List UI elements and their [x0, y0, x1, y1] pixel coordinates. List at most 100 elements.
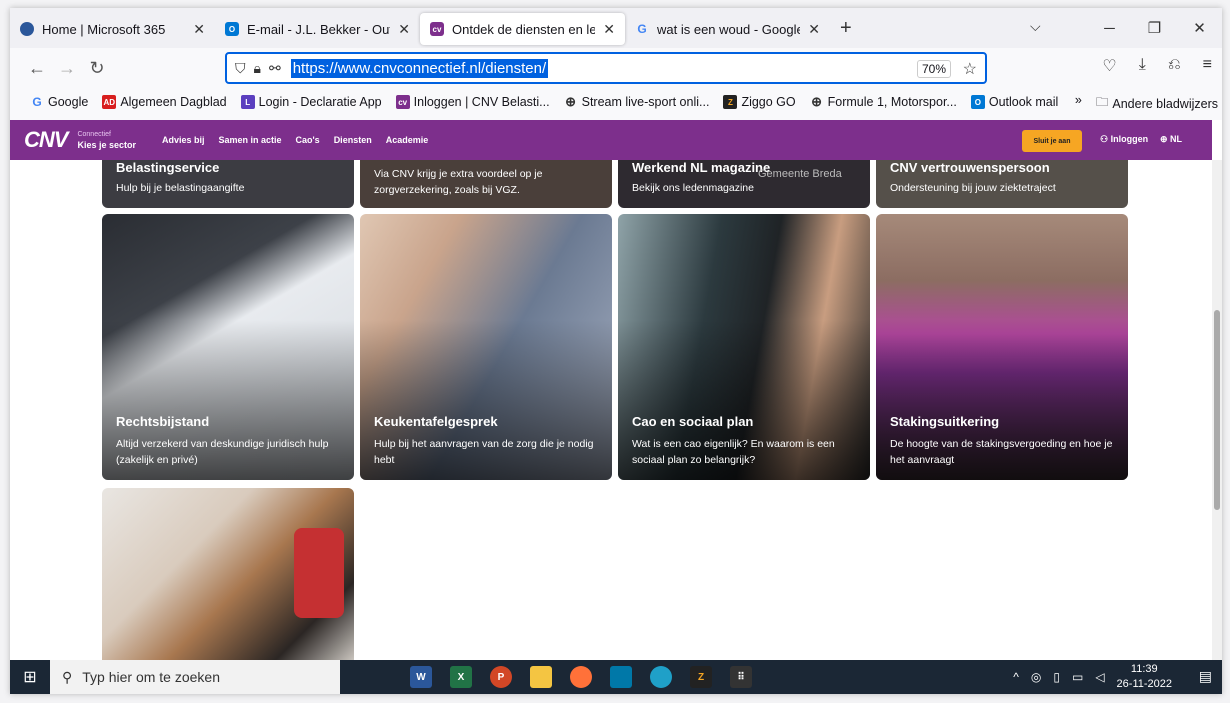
tab-outlook[interactable]: O E-mail - J.L. Bekker - Outlook ✕ [215, 13, 420, 45]
ad-icon: AD [102, 95, 117, 109]
minimize-icon[interactable]: ─ [1087, 20, 1132, 37]
sector-selector[interactable]: Connectief Kies je sector [77, 130, 136, 150]
bookmark-outlook[interactable]: O Outlook mail [970, 95, 1059, 109]
main-menu: Advies bij Samen in actie Cao's Diensten… [162, 135, 428, 145]
zoom-level[interactable]: 70% [916, 60, 951, 78]
menu-diensten[interactable]: Diensten [334, 135, 372, 145]
folder-icon: 🗀 [1095, 95, 1109, 109]
microsoft-365-icon [20, 22, 34, 36]
menu-academie[interactable]: Academie [386, 135, 429, 145]
bookmark-declaratie[interactable]: L Login - Declaratie App [240, 95, 382, 109]
close-window-icon[interactable]: ✕ [1177, 19, 1222, 37]
card-rechtsbijstand[interactable]: Rechtsbijstand Altijd verzekerd van desk… [102, 214, 354, 480]
tab-microsoft-365[interactable]: Home | Microsoft 365 ✕ [10, 13, 215, 45]
globe-icon: ⊕ [565, 94, 577, 109]
excel-icon[interactable]: X [450, 666, 472, 688]
bookmark-ad[interactable]: AD Algemeen Dagblad [102, 95, 227, 109]
word-icon[interactable]: W [410, 666, 432, 688]
scrollbar-thumb[interactable] [1214, 310, 1220, 510]
card-keukentafelgesprek[interactable]: Keukentafelgesprek Hulp bij het aanvrage… [360, 214, 612, 480]
new-tab-icon[interactable]: + [840, 17, 852, 40]
bookmark-star-icon[interactable]: ☆ [963, 59, 977, 79]
login-link[interactable]: ⚇ Inloggen [1100, 134, 1148, 145]
card-person-photo[interactable] [102, 488, 354, 660]
back-icon[interactable]: ← [22, 58, 52, 79]
cnv-logo[interactable]: CNV [24, 127, 68, 153]
close-icon[interactable]: ✕ [193, 21, 205, 38]
tab-cnv-diensten[interactable]: cv Ontdek de diensten en ledenvo ✕ [420, 13, 625, 45]
card-description: Bekijk ons ledenmagazine [632, 182, 754, 194]
language-selector[interactable]: ⊕ NL [1160, 134, 1182, 145]
outlook-icon: O [225, 22, 239, 36]
chevron-double-icon[interactable]: » [1075, 93, 1082, 114]
volume-icon[interactable]: ◁ [1095, 670, 1104, 684]
meet-icon[interactable]: ◎ [1031, 670, 1041, 684]
restore-icon[interactable]: ❐ [1132, 19, 1177, 37]
join-button[interactable]: Sluit je aan [1022, 130, 1082, 152]
file-explorer-icon[interactable] [530, 666, 552, 688]
download-icon[interactable]: ⤓ [1139, 56, 1146, 76]
card-title: CNV vertrouwenspersoon [890, 160, 1050, 175]
network-icon[interactable]: ▭ [1072, 670, 1083, 684]
pocket-icon[interactable]: ♡ [1102, 56, 1116, 76]
firefox-icon[interactable] [570, 666, 592, 688]
scrollbar[interactable] [1212, 160, 1222, 660]
close-icon[interactable]: ✕ [603, 21, 615, 38]
menu-samen-in-actie[interactable]: Samen in actie [219, 135, 282, 145]
calculator-icon[interactable] [610, 666, 632, 688]
app-icon[interactable]: ⠿ [730, 666, 752, 688]
card-description: Via CNV krijg je extra voordeel op je zo… [374, 168, 543, 196]
shield-icon[interactable]: ⛉ [235, 60, 246, 77]
list-all-tabs-icon[interactable]: ⌵ [1030, 18, 1041, 35]
page-viewport: CNV Connectief Kies je sector Advies bij… [10, 120, 1222, 660]
close-icon[interactable]: ✕ [808, 21, 820, 38]
card-stakingsuitkering[interactable]: Stakingsuitkering De hoogte van de staki… [876, 214, 1128, 480]
bookmark-google[interactable]: G Google [30, 95, 88, 109]
permissions-icon[interactable]: ⚯ [269, 60, 281, 77]
bookmark-label: Outlook mail [988, 95, 1059, 109]
chevron-up-icon[interactable]: ^ [1013, 670, 1019, 684]
tab-title: Home | Microsoft 365 [42, 21, 166, 37]
windows-start-icon[interactable]: ⊞ [10, 667, 50, 687]
bookmark-formule1[interactable]: ⊕ Formule 1, Motorspor... [810, 94, 957, 109]
lock-icon[interactable]: 🔒︎ [254, 60, 261, 77]
forward-icon[interactable]: → [52, 58, 82, 79]
menu-icon[interactable]: ≡ [1203, 56, 1212, 76]
card-description: Ondersteuning bij jouw ziektetraject [890, 182, 1056, 194]
system-tray: ^ ◎ ▯ ▭ ◁ 11:39 26-11-2022 [1013, 660, 1172, 694]
card-title: Stakingsuitkering [890, 414, 1000, 429]
gemeente-breda-text: Gemeente Breda [758, 168, 842, 180]
bookmark-stream-sport[interactable]: ⊕ Stream live-sport onli... [564, 94, 709, 109]
bookmark-label: Ziggo GO [741, 95, 796, 109]
clock[interactable]: 11:39 26-11-2022 [1117, 662, 1172, 692]
other-bookmarks[interactable]: 🗀 Andere bladwijzers [1096, 93, 1218, 114]
language-label: NL [1170, 134, 1183, 144]
close-icon[interactable]: ✕ [398, 21, 410, 38]
ziggo-icon: Z [723, 95, 738, 109]
extensions-icon[interactable]: ⎌ [1168, 56, 1181, 76]
tab-title: Ontdek de diensten en ledenvo [452, 21, 596, 37]
cnv-icon: cv [395, 95, 410, 109]
clock-time: 11:39 [1130, 663, 1158, 675]
edge-icon[interactable] [650, 666, 672, 688]
battery-icon[interactable]: ▯ [1053, 670, 1060, 684]
card-title: Rechtsbijstand [116, 414, 210, 429]
card-description: De hoogte van de stakingsvergoeding en h… [890, 438, 1113, 466]
menu-advies[interactable]: Advies bij [162, 135, 205, 145]
reload-icon[interactable]: ↻ [82, 58, 112, 79]
url-text[interactable]: https://www.cnvconnectief.nl/diensten/ [290, 58, 549, 78]
menu-caos[interactable]: Cao's [296, 135, 320, 145]
card-cao-sociaal-plan[interactable]: Cao en sociaal plan Wat is een cao eigen… [618, 214, 870, 480]
bookmark-cnv-belasting[interactable]: cv Inloggen | CNV Belasti... [395, 95, 550, 109]
powerpoint-icon[interactable]: P [490, 666, 512, 688]
toolbar-right: ♡ ⤓ ⎌ ≡ [1102, 56, 1212, 76]
bookmark-ziggo[interactable]: Z Ziggo GO [723, 95, 796, 109]
tab-google-search[interactable]: G wat is een woud - Google Zoek ✕ [625, 13, 830, 45]
address-bar[interactable]: ⛉ 🔒︎ ⚯ https://www.cnvconnectief.nl/dien… [225, 52, 987, 84]
bookmark-label: Inloggen | CNV Belasti... [413, 95, 550, 109]
ziggo-icon[interactable]: Z [690, 666, 712, 688]
bookmarks-bar: G Google AD Algemeen Dagblad L Login - D… [10, 88, 1222, 116]
taskbar-search[interactable]: ⚲ Typ hier om te zoeken [50, 660, 340, 694]
tab-title: wat is een woud - Google Zoek [657, 21, 801, 37]
notification-icon[interactable]: ▤ [1199, 668, 1212, 685]
